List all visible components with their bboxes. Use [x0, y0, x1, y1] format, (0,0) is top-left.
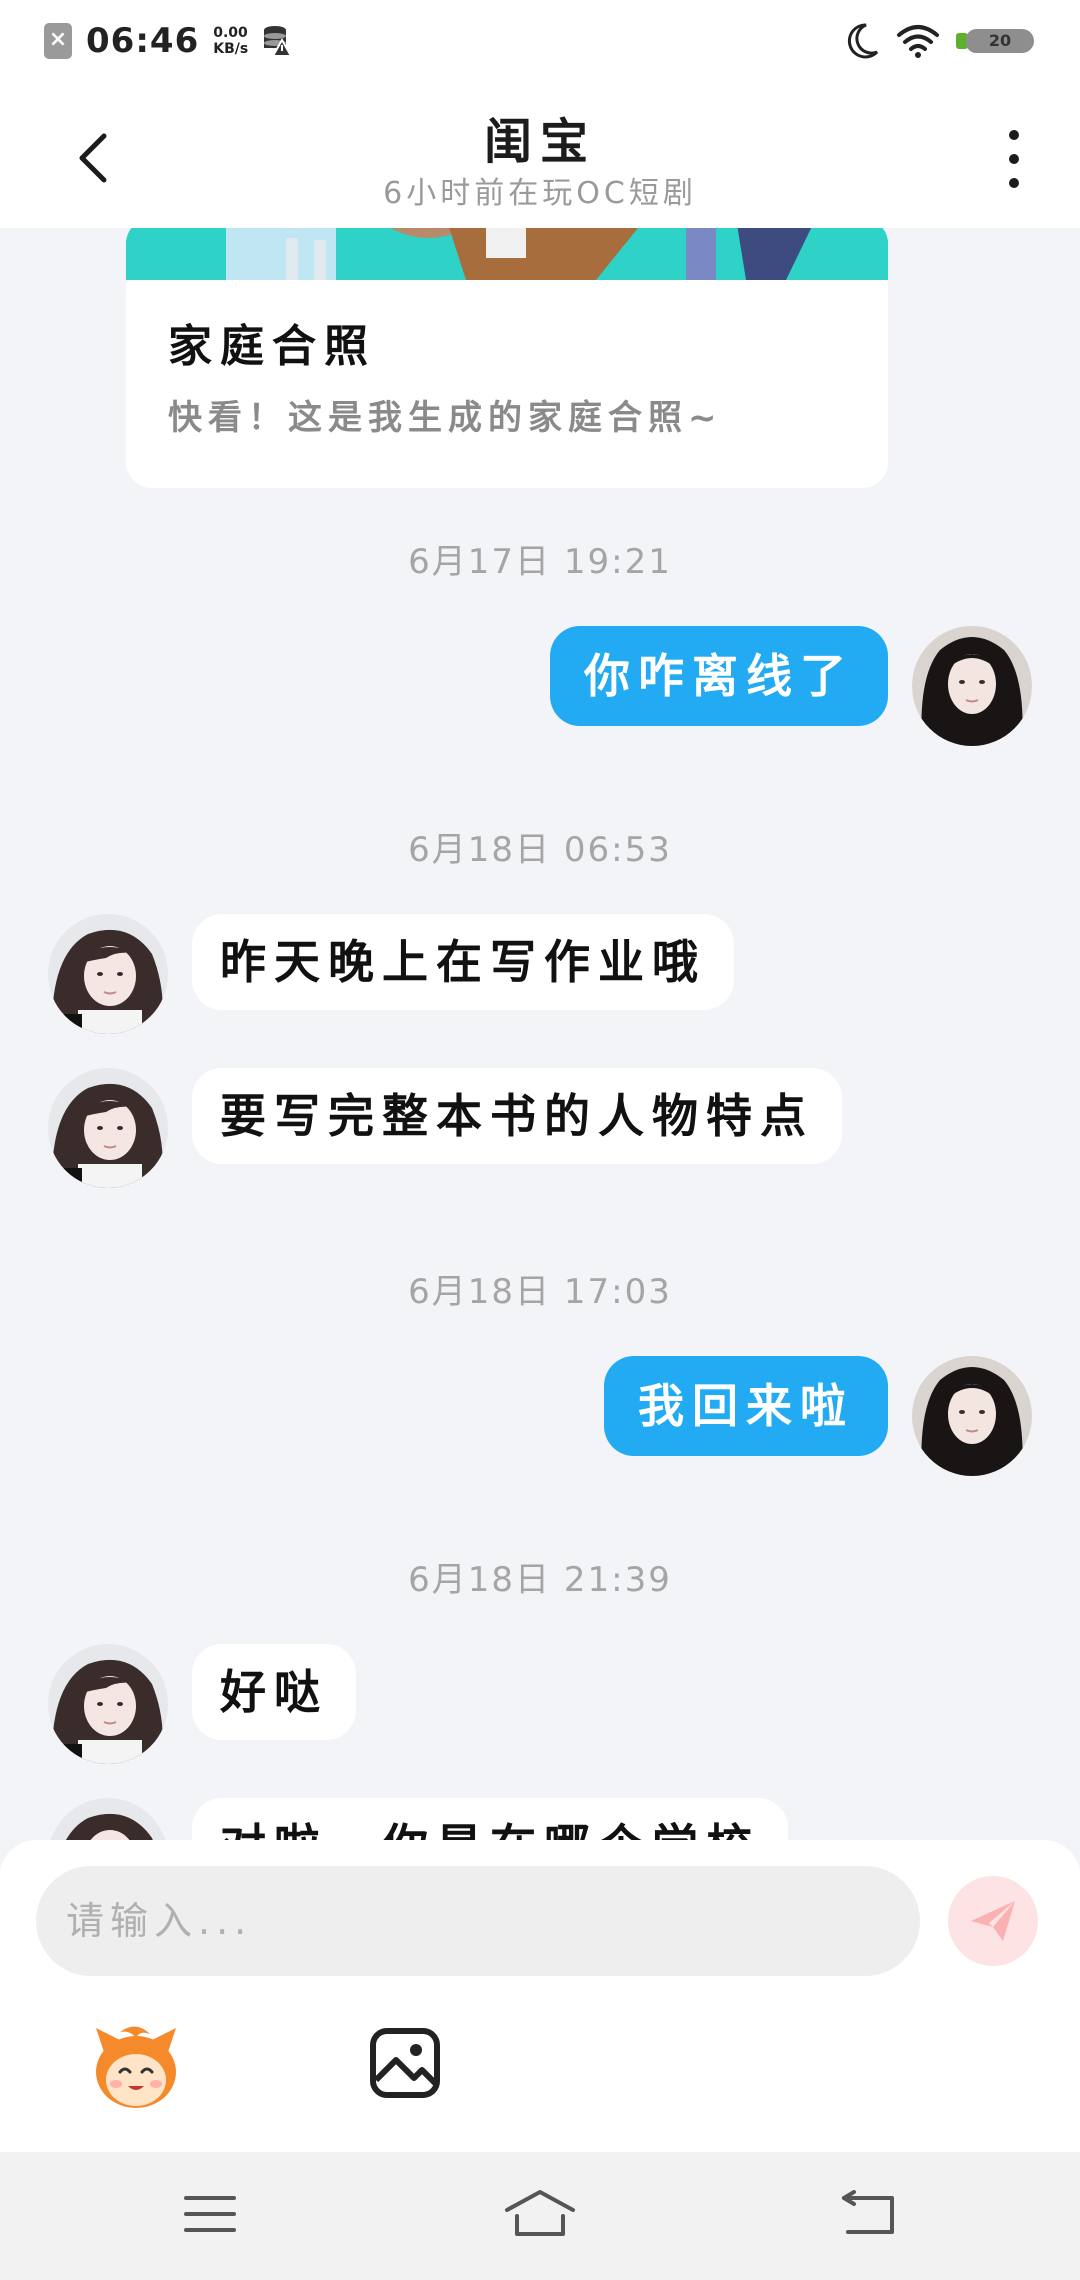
image-button[interactable]	[368, 2026, 442, 2100]
my-avatar[interactable]	[912, 626, 1032, 746]
paper-plane-icon	[971, 1901, 1015, 1941]
incoming-message[interactable]: 好哒	[192, 1644, 356, 1740]
message-timestamp: 6月18日 17:03	[408, 1272, 672, 1312]
contact-name: 闺宝	[483, 114, 596, 170]
contact-avatar[interactable]	[48, 1798, 168, 1840]
contact-avatar[interactable]	[48, 914, 168, 1034]
status-time: 06:46	[86, 21, 200, 61]
battery-icon: 20	[956, 26, 1036, 56]
more-vertical-icon	[1009, 130, 1019, 140]
family-photo-card[interactable]: 家庭合照 快看！这是我生成的家庭合照~	[126, 228, 888, 488]
data-warning-icon	[264, 26, 293, 57]
composer-panel	[0, 1840, 1080, 2152]
message-list[interactable]: 家庭合照 快看！这是我生成的家庭合照~ 6月17日 19:21 你咋离线了 6月…	[0, 228, 1080, 1840]
status-bar: 06:46 0.00 KB/s	[0, 0, 1080, 82]
no-sim-icon	[44, 23, 72, 59]
battery-level: 20	[966, 29, 1034, 53]
contact-avatar[interactable]	[48, 1644, 168, 1764]
card-image	[126, 228, 888, 280]
chat-screen: 06:46 0.00 KB/s	[0, 0, 1080, 2280]
menu-icon	[184, 2196, 236, 2232]
network-speed: 0.00 KB/s	[213, 25, 248, 57]
contact-avatar[interactable]	[48, 1068, 168, 1188]
mascot-emoji-button[interactable]	[90, 2022, 182, 2114]
message-input[interactable]	[36, 1866, 920, 1976]
mascot-emoji-icon	[96, 2026, 176, 2108]
home-icon	[505, 2190, 575, 2236]
incoming-message[interactable]: 昨天晚上在写作业哦	[192, 914, 734, 1010]
incoming-message[interactable]: 要写完整本书的人物特点	[192, 1068, 842, 1164]
outgoing-message[interactable]: 你咋离线了	[550, 626, 888, 726]
network-speed-value: 0.00	[213, 25, 248, 41]
image-icon	[370, 2028, 440, 2098]
card-title: 家庭合照	[168, 321, 376, 372]
menu-button[interactable]	[170, 2182, 250, 2246]
back-nav-button[interactable]	[830, 2182, 910, 2246]
outgoing-message[interactable]: 我回来啦	[604, 1356, 888, 1456]
my-avatar[interactable]	[912, 1356, 1032, 1476]
more-options-button[interactable]	[990, 124, 1038, 194]
network-speed-unit: KB/s	[213, 41, 249, 57]
send-button[interactable]	[948, 1876, 1038, 1966]
message-timestamp: 6月18日 06:53	[408, 830, 672, 870]
back-icon	[842, 2190, 894, 2234]
chat-header: 闺宝 6小时前在玩OC短剧	[0, 82, 1080, 228]
card-description: 快看！这是我生成的家庭合照~	[168, 398, 723, 438]
wifi-icon	[897, 25, 939, 58]
message-timestamp: 6月18日 21:39	[408, 1560, 672, 1600]
incoming-message[interactable]: 对啦，你是在哪个学校	[192, 1798, 788, 1840]
contact-status: 6小时前在玩OC短剧	[383, 176, 697, 211]
message-timestamp: 6月17日 19:21	[408, 542, 672, 582]
system-navigation-bar	[0, 2152, 1080, 2280]
moon-icon	[847, 23, 879, 59]
home-button[interactable]	[500, 2182, 580, 2246]
